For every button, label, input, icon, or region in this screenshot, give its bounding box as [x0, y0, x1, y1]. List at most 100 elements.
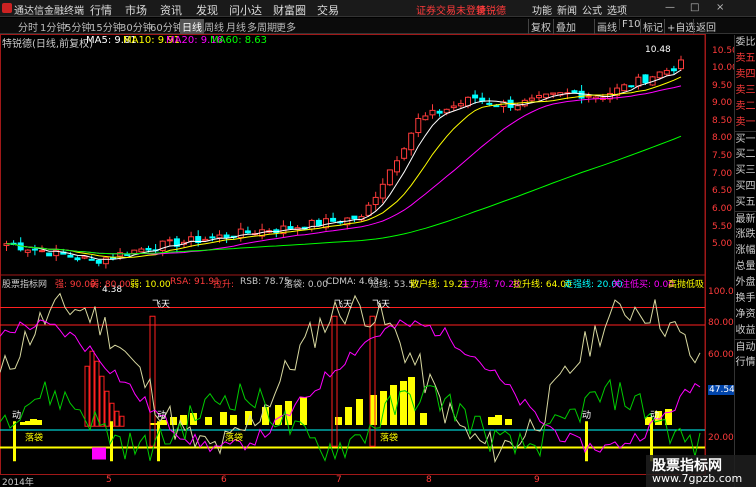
volume-block [345, 407, 352, 425]
menu-item-functions[interactable]: 功能 [532, 2, 552, 17]
signal-bar [84, 365, 90, 427]
move-marker [157, 421, 160, 462]
candle-body [131, 249, 138, 254]
fly-label: 飞天 [372, 299, 390, 310]
candle-body [39, 250, 45, 253]
chart-border [0, 34, 706, 475]
candle-body [102, 257, 109, 265]
period-tab-more[interactable]: 更多 [276, 19, 296, 34]
indicator-value: 落袋: 0.00 [284, 280, 328, 290]
indicator-panel: 飞天 飞天 飞天动 动 动 动落袋 落袋 落袋 [0, 292, 705, 464]
date-axis-label: 7 [336, 475, 342, 485]
volume-block [220, 412, 227, 425]
price-axis-label: 9.50 [712, 81, 733, 91]
period-tab-30min[interactable]: 30分钟 [120, 19, 153, 34]
pocket-label: 落袋 [225, 432, 243, 444]
maximize-button[interactable]: □ [690, 2, 699, 13]
candle-body [656, 71, 663, 79]
f10-button[interactable]: F10 [619, 19, 640, 30]
overlay-button[interactable]: 叠加 [553, 19, 576, 34]
menu-item-news[interactable]: 资讯 [160, 2, 182, 18]
volume-block [488, 417, 495, 425]
quote-panel-item: 收益 [735, 325, 756, 336]
add-watchlist-button[interactable]: +自选 [664, 19, 695, 34]
candle-body [472, 94, 479, 99]
candle-body [514, 105, 521, 111]
quote-panel-item: 买四 [735, 181, 756, 192]
menu-item-market[interactable]: 市场 [125, 2, 147, 18]
volume-block [35, 420, 42, 425]
quote-panel-item: 卖三 [735, 85, 756, 96]
indicator-axis-label: 47.54 [708, 385, 736, 395]
move-label: 动 [650, 410, 659, 421]
candle-body [550, 92, 557, 95]
fly-marker [331, 315, 338, 447]
volume-block [505, 419, 512, 425]
menu-item-wealth[interactable]: 财富圈 [273, 2, 306, 18]
quote-panel-item[interactable]: 行情 [735, 355, 756, 371]
app-title: 通达信金融终端 [14, 6, 84, 17]
period-tab-1min[interactable]: 1分钟 [40, 19, 66, 34]
pocket-label: 落袋 [25, 432, 43, 444]
candle-body [117, 252, 124, 257]
indicator-value: 高抛低吸 [668, 280, 705, 290]
signal-bar [119, 415, 125, 427]
candle-body [486, 102, 493, 105]
candle-body [88, 258, 95, 261]
candle-body [365, 204, 372, 216]
quote-panel-item: 买五 [735, 197, 756, 208]
back-button[interactable]: 返回 [693, 19, 716, 34]
price-axis-label: 7.50 [712, 151, 733, 161]
period-tab-multi[interactable]: 多周期 [247, 19, 277, 34]
period-tab-5min[interactable]: 5分钟 [65, 19, 91, 34]
short-line [0, 292, 701, 464]
indicator-name[interactable]: 股票指标网 [2, 277, 47, 290]
menu-item-options[interactable]: 选项 [607, 2, 627, 17]
period-tab-15min[interactable]: 15分钟 [90, 19, 123, 34]
indicator-header: 股票指标网 强: 90.00 弱: 80.00 弱: 10.00 RSA: 91.91 拉… [0, 277, 705, 290]
volume-block [380, 391, 387, 425]
ma20-line [6, 85, 682, 255]
pocket-label: 落袋 [380, 432, 398, 444]
candle-body [237, 228, 244, 239]
candle-body [635, 76, 642, 87]
candle-body [330, 217, 337, 222]
quote-panel-item[interactable]: 自动 [735, 339, 756, 355]
period-tab-weekly[interactable]: 周线 [204, 19, 224, 34]
indicator-value: 关注低买: 0.00 [612, 280, 674, 290]
candle-body [429, 109, 436, 116]
menu-item-discover[interactable]: 发现 [196, 2, 218, 18]
period-tab-monthly[interactable]: 月线 [226, 19, 246, 34]
candle-body [457, 103, 464, 107]
quote-panel-item: 外盘 [735, 277, 756, 288]
quote-panel-item: 卖二 [735, 101, 756, 112]
candle-body [145, 247, 152, 251]
mark-button[interactable]: 标记 [640, 19, 663, 34]
period-tab-60min[interactable]: 60分钟 [150, 19, 183, 34]
menu-item-news-right[interactable]: 新闻 [557, 2, 577, 17]
draw-button[interactable]: 画线 [594, 19, 617, 34]
close-button[interactable]: × [716, 2, 724, 13]
kline-chart[interactable]: 飞天 飞天 飞天动 动 动 动落袋 落袋 落袋 [0, 34, 734, 475]
menu-item-quotes[interactable]: 行情 [90, 2, 112, 18]
period-tab-daily[interactable]: 日线 [180, 19, 204, 34]
stock-title: 特锐德(日线,前复权) [2, 39, 93, 50]
candle-body [436, 110, 443, 114]
price-axis-label: 9.00 [712, 98, 733, 108]
indicator-axis-label: 80.00 [708, 318, 734, 328]
menu-item-trade[interactable]: 交易 [317, 2, 339, 18]
period-tab-timeshare[interactable]: 分时 [18, 19, 38, 34]
volume-block [335, 417, 342, 425]
stock-hint: 特锐德 [476, 6, 506, 17]
signal-bar [104, 390, 110, 427]
candle-body [95, 259, 102, 264]
volume-block [495, 415, 502, 425]
candle-body [379, 183, 386, 199]
menu-item-formula[interactable]: 公式 [582, 2, 602, 17]
candle-body [287, 226, 294, 230]
quote-panel: 委比 卖五 卖四 卖三 卖二 卖一 买一 买二 买三 买四 买五 最新 涨跌 涨幅 总量 外盘 换手 净资 收益 自动… [734, 35, 756, 487]
fly-label: 飞天 [334, 299, 352, 310]
adjust-button[interactable]: 复权 [528, 19, 551, 34]
minimize-button[interactable]: — [665, 2, 675, 13]
menu-item-ask[interactable]: 问小达 [229, 2, 262, 18]
